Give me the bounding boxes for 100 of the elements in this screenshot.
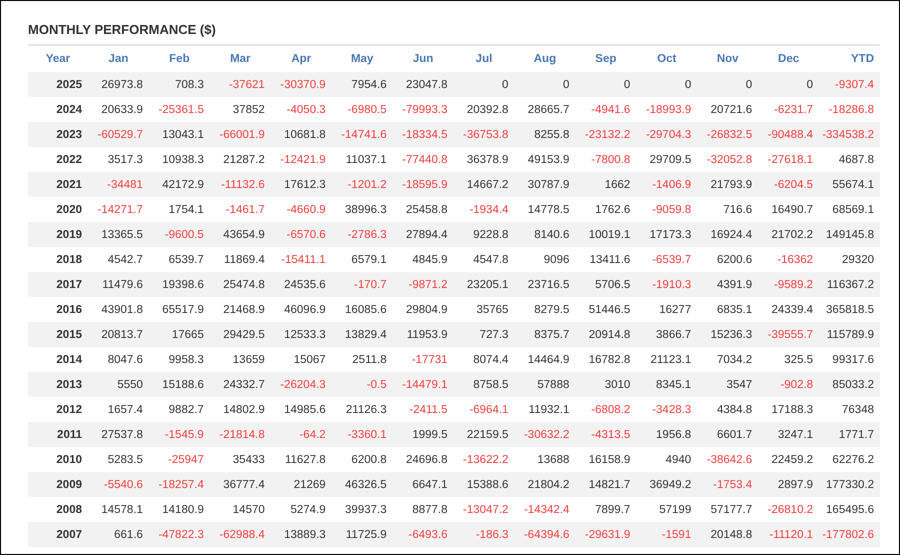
value-cell: 11953.9 [392,322,454,347]
value-cell: -6570.6 [270,222,332,247]
value-cell: -39555.7 [758,322,820,347]
value-cell: 23205.1 [454,272,514,297]
value-cell: 24339.4 [758,297,820,322]
value-cell: 21804.2 [514,472,576,497]
value-cell: 5706.5 [575,272,636,297]
value-cell: 10019.1 [575,222,636,247]
year-cell: 2012 [28,397,88,422]
value-cell: 325.5 [758,347,820,372]
value-cell: -30632.2 [514,422,576,447]
value-cell: -26810.2 [758,497,820,522]
value-cell: 8375.7 [514,322,576,347]
value-cell: 42172.9 [148,172,210,197]
value-cell: -3428.3 [636,397,698,422]
value-cell: -18257.4 [148,472,210,497]
value-cell: -4660.9 [270,197,332,222]
value-cell: -1545.9 [148,422,210,447]
value-cell: 51446.5 [575,297,636,322]
value-cell: 4687.8 [819,147,880,172]
value-cell: -77440.8 [392,147,454,172]
value-cell: 30787.9 [514,172,576,197]
value-cell: 57177.7 [697,497,758,522]
value-cell: 14821.7 [575,472,636,497]
column-header: Jul [454,45,514,72]
value-cell: 6200.6 [697,247,758,272]
value-cell: 4845.9 [392,247,454,272]
value-cell: 29429.5 [210,322,271,347]
value-cell: 115789.9 [819,322,880,347]
value-cell: 4384.8 [697,397,758,422]
column-header: Apr [270,45,332,72]
value-cell: 6539.7 [148,247,210,272]
value-cell: 99317.6 [819,347,880,372]
value-cell: -13622.2 [454,447,514,472]
value-cell: -4313.5 [575,422,636,447]
value-cell: -90488.4 [758,122,820,147]
value-cell: -38642.6 [697,447,758,472]
value-cell: 11037.1 [332,147,393,172]
value-cell: -64394.6 [514,522,576,547]
value-cell: 62276.2 [819,447,880,472]
value-cell: -5540.6 [88,472,149,497]
value-cell: -34481 [88,172,149,197]
value-cell: 14464.9 [514,347,576,372]
value-cell: 29709.5 [636,147,698,172]
value-cell: 22459.2 [758,447,820,472]
value-cell: 15067 [270,347,332,372]
value-cell: -14342.4 [514,497,576,522]
value-cell: -47822.3 [148,522,210,547]
value-cell: 0 [697,72,758,97]
column-header: Nov [697,45,758,72]
value-cell: 3010 [575,372,636,397]
value-cell: -62988.4 [210,522,271,547]
value-cell: -79993.3 [392,97,454,122]
year-cell: 2015 [28,322,88,347]
value-cell: -7800.8 [575,147,636,172]
value-cell: 26973.8 [88,72,149,97]
column-header: Jun [392,45,454,72]
value-cell: 8758.5 [454,372,514,397]
value-cell: 27537.8 [88,422,149,447]
value-cell: 20633.9 [88,97,149,122]
value-cell: 5550 [88,372,149,397]
value-cell: -186.3 [454,522,514,547]
value-cell: 9228.8 [454,222,514,247]
column-header: Sep [575,45,636,72]
value-cell: 21702.2 [758,222,820,247]
value-cell: -11120.1 [758,522,820,547]
value-cell: 68569.1 [819,197,880,222]
year-cell: 2013 [28,372,88,397]
value-cell: 20148.8 [697,522,758,547]
value-cell: 8345.1 [636,372,698,397]
column-header: Feb [148,45,210,72]
value-cell: 57199 [636,497,698,522]
value-cell: -4050.3 [270,97,332,122]
year-cell: 2025 [28,72,88,97]
value-cell: 13659 [210,347,271,372]
value-cell: -25361.5 [148,97,210,122]
value-cell: 6835.1 [697,297,758,322]
value-cell: 8074.4 [454,347,514,372]
value-cell: 21269 [270,472,332,497]
value-cell: 5274.9 [270,497,332,522]
value-cell: 36378.9 [454,147,514,172]
value-cell: 8047.6 [88,347,149,372]
value-cell: 28665.7 [514,97,576,122]
value-cell: 65517.9 [148,297,210,322]
value-cell: 20721.6 [697,97,758,122]
column-header: Aug [514,45,576,72]
value-cell: 14802.9 [210,397,271,422]
value-cell: 39937.3 [332,497,393,522]
value-cell: -12421.9 [270,147,332,172]
value-cell: 661.6 [88,522,149,547]
value-cell: -32052.8 [697,147,758,172]
year-cell: 2016 [28,297,88,322]
value-cell: -21814.8 [210,422,271,447]
value-cell: 21468.9 [210,297,271,322]
value-cell: 38996.3 [332,197,393,222]
value-cell: -6231.7 [758,97,820,122]
value-cell: -26832.5 [697,122,758,147]
value-cell: 14180.9 [148,497,210,522]
value-cell: -26204.3 [270,372,332,397]
value-cell: 37852 [210,97,271,122]
